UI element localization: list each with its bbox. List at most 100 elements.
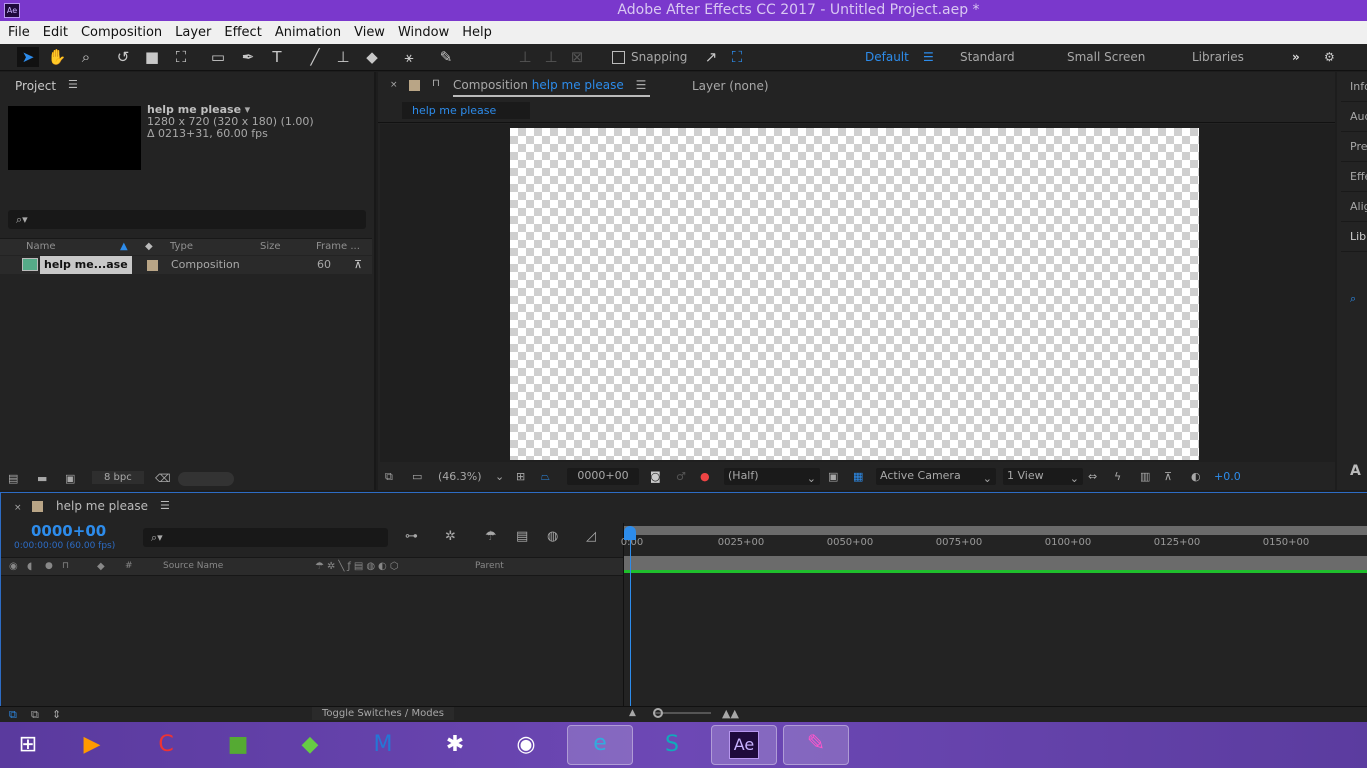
malwarebytes-icon[interactable]: M	[365, 727, 401, 763]
zoom-tool-icon[interactable]: ⌕	[75, 47, 97, 67]
column-number[interactable]: #	[125, 561, 133, 571]
flowchart-icon[interactable]: ⊼	[354, 258, 362, 271]
zoom-slider-thumb[interactable]	[653, 708, 663, 718]
flowchart-icon[interactable]: ⊼	[1164, 470, 1172, 483]
frame-blending-icon[interactable]: ▤	[516, 529, 528, 544]
column-parent[interactable]: Parent	[475, 561, 504, 571]
zoom-out-icon[interactable]: ▲	[629, 708, 636, 718]
brush-tool-icon[interactable]: ╱	[304, 47, 326, 67]
close-tab-icon[interactable]: ×	[14, 503, 22, 513]
local-axis-icon[interactable]: ⊥	[514, 47, 536, 67]
menu-composition[interactable]: Composition	[81, 21, 171, 44]
always-preview-icon[interactable]: ⧉	[385, 470, 393, 484]
menu-help[interactable]: Help	[462, 21, 501, 44]
skype-icon[interactable]: S	[654, 727, 690, 763]
ccleaner-icon[interactable]: C	[148, 727, 184, 763]
time-navigator[interactable]	[624, 526, 1367, 535]
roto-brush-tool-icon[interactable]: ⚹	[398, 47, 420, 67]
thumbnail-slider[interactable]	[178, 472, 234, 486]
views-dropdown[interactable]: 1 View ⌄	[1003, 468, 1083, 485]
show-snapshot-icon[interactable]: ♂	[676, 470, 686, 483]
puppet-pin-tool-icon[interactable]: ✎	[435, 47, 457, 67]
safe-margins-icon[interactable]: ⊞	[516, 470, 525, 483]
display-icon[interactable]: ▭	[412, 470, 422, 483]
fast-previews-icon[interactable]: ▣	[828, 470, 838, 483]
project-search-input[interactable]: ⌕▾	[8, 210, 366, 229]
close-tab-icon[interactable]: ×	[390, 80, 398, 90]
panel-preview[interactable]: Preview	[1341, 132, 1367, 162]
snap-bounds-icon[interactable]: ⛶	[726, 47, 748, 67]
sort-ascending-icon[interactable]: ▲	[120, 241, 128, 252]
timeline-current-time[interactable]: 0000+00	[31, 522, 106, 540]
chevron-down-icon[interactable]: ⌄	[495, 470, 504, 483]
column-type[interactable]: Type	[170, 241, 193, 252]
current-time-indicator[interactable]	[630, 526, 631, 706]
work-area-bar[interactable]	[624, 556, 1367, 573]
panel-menu-icon[interactable]: ☰	[636, 78, 647, 92]
windows-start-icon[interactable]: ⊞	[10, 727, 46, 763]
column-source-name[interactable]: Source Name	[163, 561, 223, 571]
view-axis-icon[interactable]: ⊠	[566, 47, 588, 67]
world-axis-icon[interactable]: ⊥	[540, 47, 562, 67]
lock-icon[interactable]: ⊓	[62, 561, 69, 571]
column-frame-rate[interactable]: Frame ...	[316, 241, 360, 252]
tab-layer[interactable]: Layer (none)	[692, 79, 769, 93]
video-toggle-icon[interactable]: ◉	[9, 561, 18, 572]
clone-stamp-tool-icon[interactable]: ⊥	[332, 47, 354, 67]
motion-blur-icon[interactable]: ◍	[547, 529, 558, 544]
panel-align[interactable]: Align	[1341, 192, 1367, 222]
panel-menu-icon[interactable]: ☰	[68, 78, 78, 91]
reset-exposure-icon[interactable]: ◐	[1191, 470, 1201, 483]
internet-explorer-icon[interactable]: e	[567, 725, 633, 765]
snapshot-icon[interactable]: ◙	[650, 470, 661, 483]
sims-icon[interactable]: ◆	[292, 727, 328, 763]
media-player-icon[interactable]: ▶	[74, 727, 110, 763]
menu-effect[interactable]: Effect	[224, 21, 270, 44]
timeline-tab[interactable]: help me please	[56, 499, 148, 513]
fast-preview-icon[interactable]: ϟ	[1114, 470, 1121, 483]
project-panel-title[interactable]: Project	[15, 79, 56, 93]
region-of-interest-icon[interactable]: ⏢	[541, 470, 550, 484]
timeline-icon[interactable]: ▥	[1140, 470, 1150, 483]
tab-composition[interactable]: Composition help me please ☰	[453, 78, 650, 97]
menu-animation[interactable]: Animation	[275, 21, 350, 44]
new-composition-icon[interactable]: ▣	[65, 472, 75, 485]
eraser-tool-icon[interactable]: ◆	[361, 47, 383, 67]
magnification-dropdown[interactable]: (46.3%)	[438, 470, 482, 483]
graph-editor-icon[interactable]: ◿	[586, 529, 596, 544]
after-effects-taskbar-icon[interactable]: Ae	[711, 725, 777, 765]
layer-switches-pane-icon[interactable]: ⧉	[9, 708, 17, 722]
toggle-switches-modes-button[interactable]: Toggle Switches / Modes	[312, 707, 454, 720]
audio-toggle-icon[interactable]: ◖	[27, 561, 32, 572]
pan-behind-tool-icon[interactable]: ⛶	[170, 47, 192, 67]
panel-effects-presets[interactable]: Effects & Presets	[1341, 162, 1367, 192]
paint-icon[interactable]: ✎	[783, 725, 849, 765]
transfer-controls-pane-icon[interactable]: ⧉	[31, 708, 39, 722]
camera-tool-icon[interactable]: ■	[141, 47, 163, 67]
hand-tool-icon[interactable]: ✋	[46, 47, 68, 67]
rotate-tool-icon[interactable]: ↺	[112, 47, 134, 67]
panel-info[interactable]: Info	[1341, 72, 1367, 102]
composition-mini-flowchart-icon[interactable]: ⊶	[405, 529, 418, 544]
bug-app-icon[interactable]: ✱	[437, 727, 473, 763]
panel-audio[interactable]: Audio	[1341, 102, 1367, 132]
column-name[interactable]: Name	[26, 241, 56, 252]
layer-switches-icons[interactable]: ☂✲╲ƒ▤◍◐⬡	[315, 561, 402, 572]
solo-icon[interactable]: ●	[45, 561, 53, 571]
transparency-checkerboard[interactable]	[510, 128, 1199, 460]
label-color-swatch[interactable]	[147, 260, 158, 271]
lock-icon[interactable]: ⊓	[432, 78, 440, 89]
comp-breadcrumb[interactable]: help me please	[402, 102, 530, 119]
steam-icon[interactable]: ◉	[508, 727, 544, 763]
menu-window[interactable]: Window	[398, 21, 458, 44]
exposure-value[interactable]: +0.0	[1214, 470, 1241, 483]
menu-file[interactable]: File	[8, 21, 39, 44]
channel-icon[interactable]: ●	[700, 470, 710, 483]
label-tag-icon[interactable]: ◆	[145, 241, 153, 252]
label-tag-icon[interactable]: ◆	[97, 561, 105, 572]
workspace-libraries[interactable]: Libraries	[1191, 49, 1245, 65]
column-size[interactable]: Size	[260, 241, 281, 252]
selection-tool-icon[interactable]: ➤	[17, 47, 39, 67]
type-tool-icon[interactable]: T	[266, 47, 288, 67]
draft-3d-icon[interactable]: ✲	[445, 529, 456, 544]
